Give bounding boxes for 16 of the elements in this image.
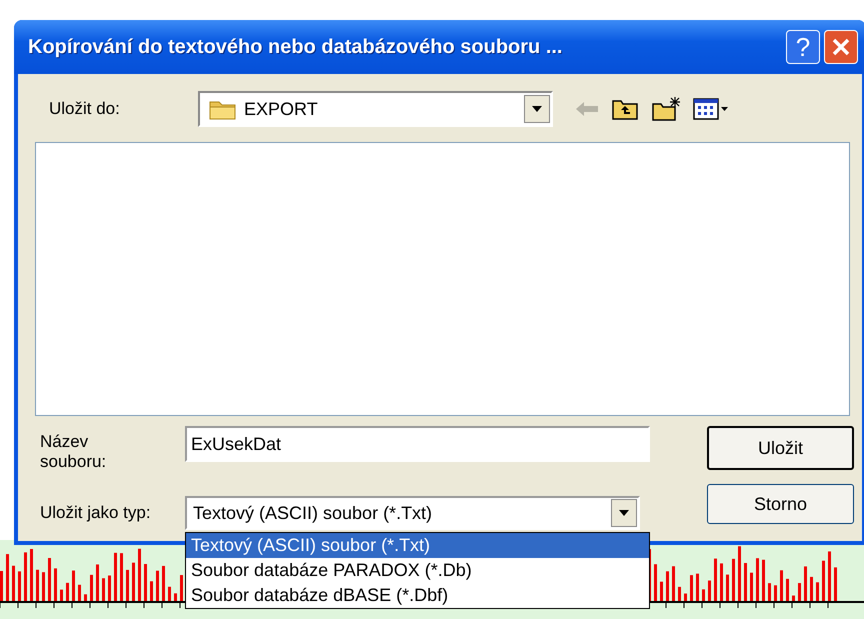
save-button[interactable]: Uložit (707, 426, 854, 470)
view-menu-icon[interactable] (693, 97, 729, 121)
help-button[interactable]: ? (786, 30, 820, 64)
save-in-label: Uložit do: (48, 99, 121, 119)
cancel-button[interactable]: Storno (707, 484, 854, 524)
close-button[interactable] (824, 30, 858, 64)
new-folder-icon[interactable] (651, 96, 681, 122)
dropdown-option[interactable]: Soubor databáze PARADOX (*.Db) (186, 558, 649, 583)
file-name-label: Název souboru: (39, 432, 108, 472)
file-name-field[interactable]: ExUsekDat (185, 426, 650, 462)
window-title: Kopírování do textového nebo databázového souboru ... (28, 36, 564, 58)
file-type-label: Uložit jako typ: (39, 503, 152, 523)
dropdown-option[interactable]: Textový (ASCII) soubor (*.Txt) (186, 533, 649, 558)
close-icon (832, 38, 850, 56)
dropdown-option[interactable]: Soubor databáze dBASE (*.Dbf) (186, 583, 649, 608)
folder-dropdown[interactable]: EXPORT (198, 91, 553, 127)
